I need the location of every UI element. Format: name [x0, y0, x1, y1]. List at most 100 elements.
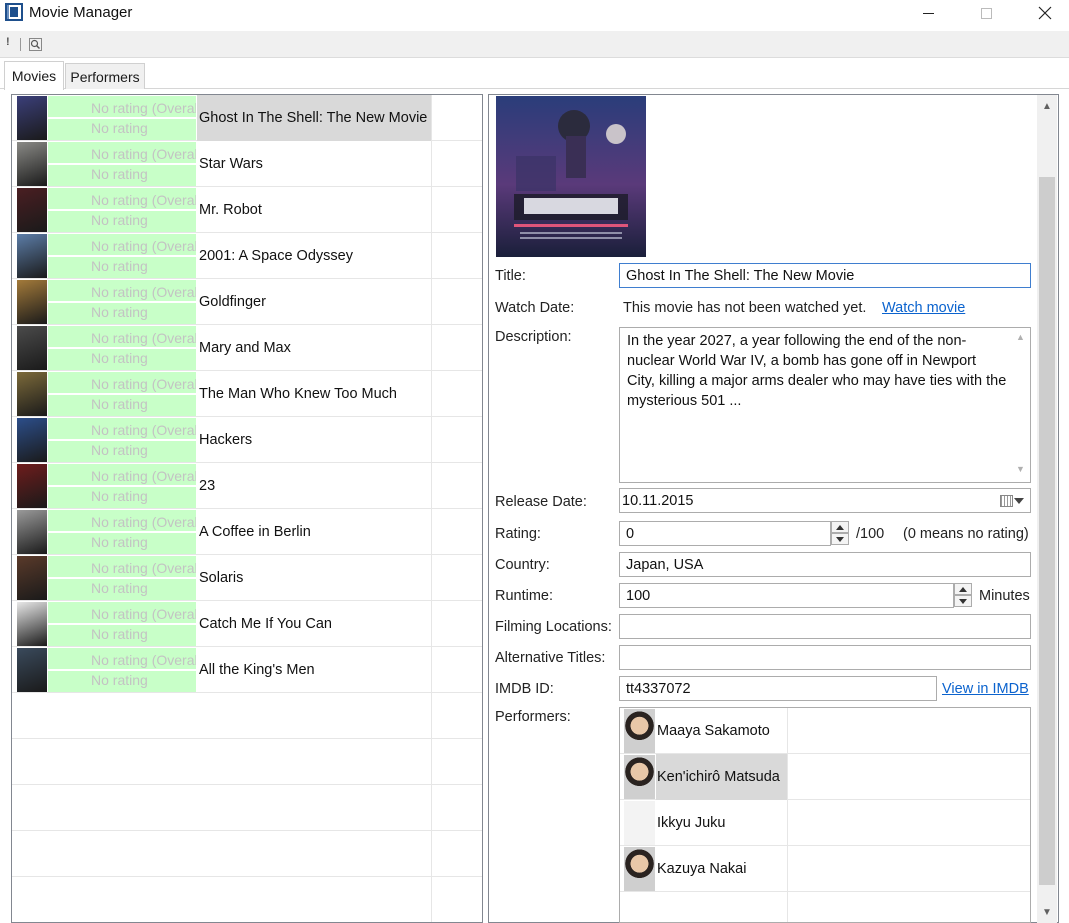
personal-rating-text: No rating	[91, 258, 148, 274]
rating-divider	[48, 393, 196, 395]
movie-list-item[interactable]: No rating (Overall) No rating A Coffee in …	[12, 509, 482, 555]
movie-list-item[interactable]: No rating (Overall) No rating All the King…	[12, 647, 482, 693]
performer-list-item[interactable]: Ken'ichirô Matsuda	[620, 754, 1030, 800]
movie-list-item[interactable]: No rating (Overall) No rating 23	[12, 463, 482, 509]
scroll-up-arrow-icon[interactable]: ▲	[1037, 95, 1057, 117]
movie-list[interactable]: No rating (Overall) No rating Ghost In The…	[11, 94, 483, 923]
overall-rating-text: No rating (Overall)	[91, 606, 196, 622]
arrow-down-icon	[836, 536, 844, 542]
movie-list-item[interactable]: No rating (Overall) No rating The Man Who …	[12, 371, 482, 417]
rating-indicator: No rating (Overall) No rating	[48, 280, 196, 324]
performer-list-item[interactable]: Ikkyu Juku	[620, 800, 1030, 846]
chevron-up-icon[interactable]: ▲	[1016, 332, 1025, 342]
performers-label: Performers:	[495, 709, 571, 725]
overall-rating-text: No rating (Overall)	[91, 146, 196, 162]
movie-poster-thumbnail	[17, 234, 47, 278]
scroll-thumb[interactable]	[1039, 177, 1055, 885]
movie-list-item[interactable]: No rating (Overall) No rating 2001: A Spac…	[12, 233, 482, 279]
rating-divider	[48, 255, 196, 257]
rating-indicator: No rating (Overall) No rating	[48, 602, 196, 646]
release-date-value: 10.11.2015	[622, 492, 694, 509]
detail-scrollbar[interactable]: ▲ ▼	[1037, 95, 1057, 923]
runtime-stepper[interactable]	[954, 583, 972, 608]
view-in-imdb-link[interactable]: View in IMDB	[942, 681, 1029, 697]
rating-indicator: No rating (Overall) No rating	[48, 234, 196, 278]
alert-icon[interactable]: !	[6, 36, 10, 48]
overall-rating-text: No rating (Overall)	[91, 376, 196, 392]
movie-list-item[interactable]: No rating (Overall) No rating Star Wars	[12, 141, 482, 187]
performer-avatar	[624, 847, 655, 891]
filming-locations-input[interactable]	[619, 614, 1031, 639]
rating-indicator: No rating (Overall) No rating	[48, 96, 196, 140]
app-film-icon	[5, 3, 23, 21]
rating-indicator: No rating (Overall) No rating	[48, 188, 196, 232]
close-button[interactable]	[1022, 0, 1068, 26]
overall-rating-text: No rating (Overall)	[91, 238, 196, 254]
alternative-titles-input[interactable]	[619, 645, 1031, 670]
movie-list-item[interactable]: No rating (Overall) No rating Mary and Max	[12, 325, 482, 371]
rating-divider	[48, 439, 196, 441]
movie-poster-thumbnail	[17, 188, 47, 232]
overall-rating-text: No rating (Overall)	[91, 560, 196, 576]
movie-poster-thumbnail	[17, 96, 47, 140]
movie-list-item[interactable]: No rating (Overall) No rating Solaris	[12, 555, 482, 601]
dropdown-arrow-icon[interactable]	[1014, 498, 1024, 504]
description-textarea[interactable]: In the year 2027, a year following the e…	[619, 327, 1031, 483]
rating-increment-button[interactable]	[831, 521, 849, 533]
watch-movie-link[interactable]: Watch movie	[882, 300, 965, 316]
runtime-decrement-button[interactable]	[954, 595, 972, 607]
maximize-button[interactable]	[963, 0, 1009, 26]
rating-input[interactable]: 0	[619, 521, 831, 546]
movie-poster-thumbnail	[17, 510, 47, 554]
runtime-input[interactable]: 100	[619, 583, 954, 608]
country-input[interactable]: Japan, USA	[619, 552, 1031, 577]
title-label: Title:	[495, 268, 526, 284]
imdb-id-input[interactable]: tt4337072	[619, 676, 937, 701]
movie-list-item[interactable]: No rating (Overall) No rating Hackers	[12, 417, 482, 463]
movie-list-item[interactable]: No rating (Overall) No rating Goldfinger	[12, 279, 482, 325]
calendar-icon[interactable]	[1000, 495, 1013, 507]
performer-list-item[interactable]: Kazuya Nakai	[620, 846, 1030, 892]
performer-name: Ken'ichirô Matsuda	[656, 754, 787, 800]
personal-rating-text: No rating	[91, 626, 148, 642]
tab-movies[interactable]: Movies	[4, 61, 64, 90]
chevron-down-icon[interactable]: ▼	[1016, 464, 1025, 474]
movie-list-item[interactable]: No rating (Overall) No rating Ghost In The…	[12, 95, 482, 141]
maximize-icon	[980, 7, 992, 19]
runtime-increment-button[interactable]	[954, 583, 972, 595]
search-icon[interactable]	[29, 38, 42, 51]
rating-divider	[48, 347, 196, 349]
movie-title: Mr. Robot	[199, 202, 262, 218]
release-date-picker[interactable]: 10.11.2015	[619, 488, 1031, 513]
arrow-down-icon	[959, 598, 967, 604]
movie-title: Hackers	[199, 432, 253, 448]
movie-poster-thumbnail	[17, 372, 47, 416]
movie-title: Catch Me If You Can	[199, 616, 332, 632]
movie-list-item[interactable]: No rating (Overall) No rating Catch Me If …	[12, 601, 482, 647]
movie-title: Goldfinger	[199, 294, 266, 310]
rating-decrement-button[interactable]	[831, 533, 849, 545]
rating-divider	[48, 531, 196, 533]
movie-poster-thumbnail	[17, 326, 47, 370]
performer-list-item[interactable]: Maaya Sakamoto	[620, 708, 1030, 754]
overall-rating-text: No rating (Overall)	[91, 100, 196, 116]
rating-stepper[interactable]	[831, 521, 849, 546]
rating-indicator: No rating (Overall) No rating	[48, 464, 196, 508]
empty-row	[12, 877, 482, 922]
movie-list-item[interactable]: No rating (Overall) No rating Mr. Robot	[12, 187, 482, 233]
title-input[interactable]: Ghost In The Shell: The New Movie	[619, 263, 1031, 288]
minimize-icon	[922, 12, 934, 14]
personal-rating-text: No rating	[91, 534, 148, 550]
movie-title: Mary and Max	[199, 340, 291, 356]
alternative-titles-label: Alternative Titles:	[495, 650, 606, 666]
overall-rating-text: No rating (Overall)	[91, 192, 196, 208]
rating-indicator: No rating (Overall) No rating	[48, 326, 196, 370]
tab-performers[interactable]: Performers	[65, 63, 145, 89]
minimize-button[interactable]	[905, 0, 951, 26]
description-scrollbar[interactable]: ▲ ▼	[1012, 328, 1030, 482]
performers-list[interactable]: Maaya Sakamoto Ken'ichirô Matsuda Ikkyu Ju…	[619, 707, 1031, 923]
scroll-down-arrow-icon[interactable]: ▼	[1037, 901, 1057, 923]
personal-rating-text: No rating	[91, 396, 148, 412]
movie-poster-thumbnail	[17, 418, 47, 462]
movie-poster-thumbnail	[17, 464, 47, 508]
